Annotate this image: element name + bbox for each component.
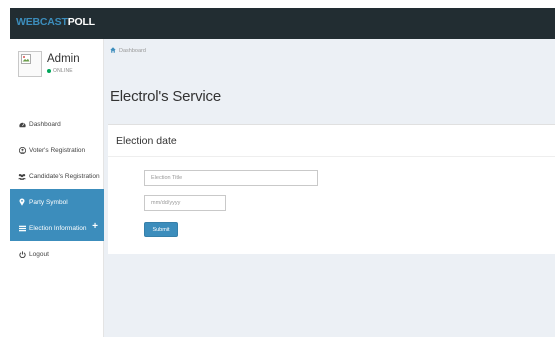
sidebar-item-label: Logout	[29, 250, 49, 258]
user-panel: Admin ONLINE	[10, 39, 104, 105]
online-dot-icon	[47, 68, 51, 73]
sidebar-menu: Dashboard Voter's Registration Candidate…	[10, 111, 104, 267]
brand-part2: POLL	[67, 16, 95, 28]
sidebar-item-election-information[interactable]: Election Information +	[10, 215, 104, 241]
sidebar-item-voters-registration[interactable]: Voter's Registration	[10, 137, 104, 163]
broken-image-icon	[21, 54, 31, 64]
home-icon[interactable]	[110, 47, 116, 55]
box-title: Election date	[116, 135, 177, 147]
user-status: ONLINE	[47, 68, 73, 74]
box-divider	[108, 156, 555, 157]
users-icon	[18, 172, 26, 180]
sidebar-item-party-symbol[interactable]: Party Symbol	[10, 189, 104, 215]
election-date-input[interactable]: mm/dd/yyyy	[144, 195, 226, 211]
sidebar-item-logout[interactable]: Logout	[10, 241, 104, 267]
page-title: Electrol's Service	[110, 88, 221, 105]
user-status-text: ONLINE	[53, 68, 73, 74]
app-frame: WEBCASTPOLL Admin ONLINE Dashboard Voter…	[10, 8, 555, 337]
breadcrumb: Dashboard	[110, 47, 146, 55]
sidebar-item-label: Voter's Registration	[29, 146, 86, 154]
sidebar-item-label: Party Symbol	[29, 198, 68, 206]
map-marker-icon	[18, 198, 26, 206]
brand-part1: WEBCAST	[16, 16, 68, 28]
election-form-box: Election date Election Title mm/dd/yyyy …	[108, 124, 555, 254]
expand-plus-icon[interactable]: +	[92, 222, 98, 232]
sidebar-item-candidates-registration[interactable]: Candidate's Registration	[10, 163, 104, 189]
dashboard-icon	[18, 120, 26, 128]
sidebar-item-dashboard[interactable]: Dashboard	[10, 111, 104, 137]
sidebar-item-label: Candidate's Registration	[29, 172, 100, 180]
user-plus-icon	[18, 146, 26, 154]
brand-logo[interactable]: WEBCASTPOLL	[16, 16, 95, 28]
sidebar: Admin ONLINE Dashboard Voter's Registrat…	[10, 39, 104, 337]
sidebar-item-label: Dashboard	[29, 120, 61, 128]
power-icon	[18, 250, 26, 258]
election-title-input[interactable]: Election Title	[144, 170, 318, 186]
avatar	[18, 51, 42, 77]
submit-button[interactable]: Submit	[144, 222, 178, 237]
list-icon	[18, 224, 26, 232]
top-navbar: WEBCASTPOLL	[10, 8, 555, 39]
user-name: Admin	[47, 53, 80, 65]
breadcrumb-dashboard-link[interactable]: Dashboard	[119, 48, 146, 54]
sidebar-item-label: Election Information	[29, 224, 87, 232]
